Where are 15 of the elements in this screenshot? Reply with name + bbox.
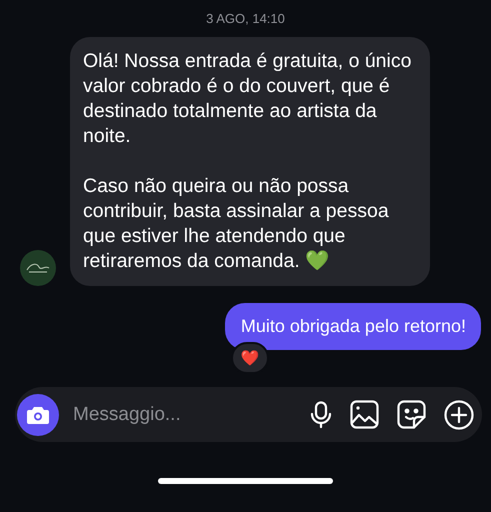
message-text: Olá! Nossa entrada é gratuita, o único valor cobrado é o do couvert, que é destinado totalmente ao artista da noite.	[83, 49, 412, 149]
timestamp: 3 AGO, 14:10	[206, 11, 285, 26]
microphone-icon[interactable]	[310, 400, 332, 428]
message-field[interactable]: Messaggio...	[71, 402, 292, 426]
add-icon[interactable]	[444, 400, 474, 430]
image-icon[interactable]	[350, 400, 379, 429]
message-text: Caso não queira ou não possa contribuir, basta assinalar a pessoa que estiver lhe atendendo que retiraremos da comanda. 💚	[83, 174, 390, 274]
message-text: Muito obrigada pelo retorno!	[240, 315, 466, 338]
camera-button[interactable]	[17, 394, 59, 436]
camera-icon	[27, 406, 49, 424]
message-bubble[interactable]: Muito obrigada pelo retorno!	[224, 303, 481, 350]
sticker-icon[interactable]	[397, 400, 426, 429]
avatar[interactable]	[20, 250, 56, 286]
message-bubble[interactable]	[70, 37, 430, 286]
reaction[interactable]: ❤	[230, 342, 269, 374]
